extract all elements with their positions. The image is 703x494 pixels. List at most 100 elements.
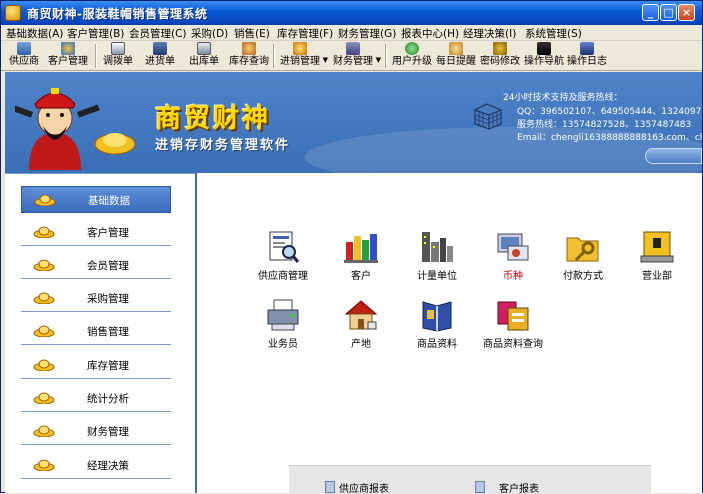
report-icon	[475, 481, 485, 493]
menu-basic-data[interactable]: 基础数据(A)	[6, 26, 63, 41]
sidebar-item-decision[interactable]: 经理决策	[21, 452, 171, 479]
toolbar-label: 库存查询	[229, 56, 269, 67]
module-panel: 供应商管理 客户 计量单位 币种 付款方式 营业部 业务员 产地 商品资料 商品…	[197, 173, 702, 493]
banner-toggle-button[interactable]	[645, 148, 702, 164]
gold-ingot-icon	[34, 194, 56, 206]
menu-inventory[interactable]: 库存管理(F)	[277, 26, 333, 41]
module-customer[interactable]: 客户	[321, 228, 401, 282]
toolbar-purchase-order-button[interactable]: 进货单	[143, 42, 177, 70]
briefcase-icon	[640, 231, 674, 263]
sidebar-item-member[interactable]: 会员管理	[21, 252, 171, 279]
log-icon	[580, 42, 594, 55]
brand-name: 商贸财神	[155, 104, 272, 134]
menu-customer[interactable]: 客户管理(B)	[67, 26, 124, 41]
menu-purchase[interactable]: 采购(D)	[191, 26, 228, 41]
menu-finance[interactable]: 财务管理(G)	[338, 26, 396, 41]
maximize-button[interactable]: □	[660, 4, 677, 21]
sidebar-item-finance[interactable]: 财务管理	[21, 418, 171, 445]
city-building-icon	[422, 232, 453, 262]
menu-decision[interactable]: 经理决策(I)	[463, 26, 516, 41]
window-title: 商贸财神-服装鞋帽销售管理系统	[27, 7, 208, 21]
support-qq: QQ：396502107、649505444、1324097	[517, 107, 702, 117]
toolbar-password-button[interactable]: 密码修改	[479, 42, 521, 70]
sidebar-item-label: 财务管理	[87, 426, 129, 438]
module-label: 币种	[503, 271, 523, 282]
gold-ingot-icon	[33, 292, 55, 304]
sidebar-item-purchase[interactable]: 采购管理	[21, 285, 171, 312]
sidebar-item-customer[interactable]: 客户管理	[21, 219, 171, 246]
gold-ingot-icon	[33, 259, 55, 271]
sidebar-item-inventory[interactable]: 库存管理	[21, 352, 171, 379]
module-label: 客户	[351, 271, 371, 282]
menu-sales[interactable]: 销售(E)	[234, 26, 270, 41]
toolbar-transfer-button[interactable]: 调拨单	[101, 42, 135, 70]
toolbar-label: 密码修改	[480, 56, 520, 67]
report-icon	[325, 481, 335, 493]
app-window: 商贸财神-服装鞋帽销售管理系统 _ □ × 基础数据(A) 客户管理(B) 会员…	[0, 0, 703, 494]
toolbar-label: 进销管理	[280, 56, 320, 67]
banner: 商贸财神 进销存财务管理软件 24小时技术支持及服务热线： QQ：3965021…	[5, 72, 702, 173]
support-hotline: 服务热线：13574827528、1357487483	[517, 120, 692, 130]
reminder-icon	[449, 42, 463, 55]
sidebar-item-sales[interactable]: 销售管理	[21, 318, 171, 345]
toolbar-log-button[interactable]: 操作日志	[566, 42, 608, 70]
toolbar-label: 财务管理	[333, 56, 373, 67]
app-logo-icon	[5, 5, 21, 21]
sidebar-item-basic-data[interactable]: 基础数据	[21, 186, 171, 213]
report-link-supplier[interactable]: 供应商报表	[339, 480, 389, 494]
dropdown-arrow-icon[interactable]: ▼	[323, 56, 328, 64]
menu-member[interactable]: 会员管理(C)	[129, 26, 187, 41]
purchase-order-icon	[153, 42, 167, 55]
toolbar-upgrade-button[interactable]: 用户升级	[391, 42, 433, 70]
module-product-query[interactable]: 商品资料查询	[473, 296, 553, 350]
report-link-customer[interactable]: 客户报表	[499, 480, 539, 494]
supplier-icon	[17, 42, 31, 55]
toolbar-label: 出库单	[189, 56, 219, 67]
module-branch[interactable]: 营业部	[617, 228, 697, 282]
module-label: 营业部	[642, 271, 672, 282]
sidebar-item-label: 采购管理	[87, 293, 129, 305]
sidebar-item-label: 经理决策	[87, 460, 129, 472]
toolbar-inventory-query-button[interactable]: 库存查询	[228, 42, 270, 70]
report-strip: 供应商报表 客户报表	[289, 465, 651, 494]
dropdown-arrow-icon[interactable]: ▼	[376, 56, 381, 64]
password-icon	[493, 42, 507, 55]
toolbar-sales-purchase-button[interactable]: 进销管理 ▼	[279, 42, 328, 70]
close-button[interactable]: ×	[678, 4, 695, 21]
module-salesperson[interactable]: 业务员	[243, 296, 323, 350]
sidebar-item-statistics[interactable]: 统计分析	[21, 385, 171, 412]
brand-slogan: 进销存财务管理软件	[155, 138, 291, 153]
sidebar: 基础数据 客户管理 会员管理 采购管理 销售管理 库存管理 统计分析 财务管理 …	[5, 173, 195, 493]
module-supplier-management[interactable]: 供应商管理	[243, 228, 323, 282]
module-product-info[interactable]: 商品资料	[397, 296, 477, 350]
upgrade-icon	[405, 42, 419, 55]
module-label: 商品资料	[417, 339, 457, 350]
outbound-order-icon	[197, 42, 211, 55]
navigation-icon	[537, 42, 551, 55]
toolbar-reminder-button[interactable]: 每日提醒	[435, 42, 477, 70]
toolbar-label: 用户升级	[392, 56, 432, 67]
toolbar-label: 操作日志	[567, 56, 607, 67]
product-query-icon	[497, 301, 529, 331]
module-payment[interactable]: 付款方式	[543, 228, 623, 282]
title-bar[interactable]: 商贸财神-服装鞋帽销售管理系统 _ □ ×	[1, 1, 702, 25]
toolbar-separator	[385, 44, 387, 68]
currency-icon	[497, 233, 529, 261]
toolbar-navigation-button[interactable]: 操作导航	[523, 42, 565, 70]
toolbar-label: 每日提醒	[436, 56, 476, 67]
module-unit[interactable]: 计量单位	[397, 228, 477, 282]
module-origin[interactable]: 产地	[321, 296, 401, 350]
toolbar-label: 供应商	[9, 56, 39, 67]
toolbar-outbound-button[interactable]: 出库单	[187, 42, 221, 70]
minimize-button[interactable]: _	[642, 4, 659, 21]
sidebar-item-label: 客户管理	[87, 227, 129, 239]
sidebar-item-label: 基础数据	[88, 195, 130, 207]
toolbar-supplier-button[interactable]: 供应商	[7, 42, 41, 70]
support-email: Email：chengli16388888888163.com、chen	[517, 133, 702, 143]
toolbar-finance-button[interactable]: 财务管理 ▼	[332, 42, 381, 70]
menu-system[interactable]: 系统管理(S)	[525, 26, 582, 41]
module-currency[interactable]: 币种	[473, 228, 553, 282]
module-label: 付款方式	[563, 271, 603, 282]
menu-reports[interactable]: 报表中心(H)	[401, 26, 459, 41]
toolbar-customer-button[interactable]: 客户管理	[45, 42, 91, 70]
